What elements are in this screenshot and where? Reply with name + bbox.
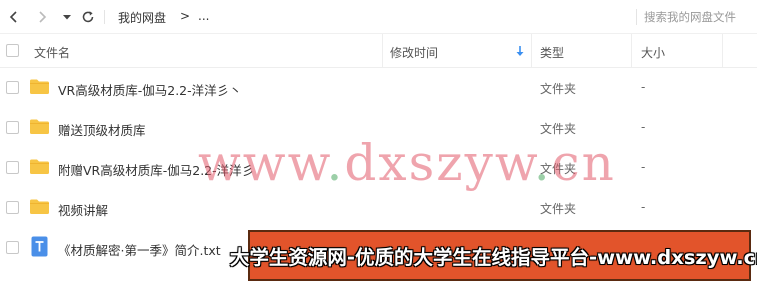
table-row[interactable]: VR高级材质库-伽马2.2-洋洋彡丶 文件夹 - [0, 68, 757, 108]
table-row[interactable]: 附赠VR高级材质库-伽马2.2-洋洋彡 文件夹 - [0, 148, 757, 188]
file-type: 文件夹 [540, 82, 577, 96]
file-size: - [641, 80, 646, 94]
chevron-left-icon [9, 11, 17, 23]
row-checkbox[interactable] [6, 81, 19, 94]
forward-button[interactable] [32, 7, 52, 27]
top-toolbar: 我的网盘 > ... [0, 0, 757, 34]
file-type: 文件夹 [540, 122, 577, 136]
column-divider [631, 34, 632, 68]
table-row[interactable]: 赠送顶级材质库 文件夹 - [0, 108, 757, 148]
search-input[interactable] [644, 6, 754, 28]
file-size: - [641, 120, 646, 134]
column-divider [531, 34, 532, 68]
caret-down-icon [63, 15, 71, 20]
file-name[interactable]: 视频讲解 [58, 200, 108, 219]
file-type: 文件夹 [540, 202, 577, 216]
column-header-modified[interactable]: 修改时间 [390, 44, 438, 61]
folder-icon [30, 79, 49, 94]
back-button[interactable] [4, 7, 24, 27]
folder-icon [30, 199, 49, 214]
breadcrumb-root[interactable]: 我的网盘 [118, 9, 166, 26]
column-divider [382, 34, 383, 68]
row-checkbox[interactable] [6, 201, 19, 214]
file-name[interactable]: 附赠VR高级材质库-伽马2.2-洋洋彡 [58, 160, 254, 179]
file-size: - [641, 160, 646, 174]
file-name[interactable]: VR高级材质库-伽马2.2-洋洋彡丶 [58, 80, 242, 99]
folder-icon [30, 159, 49, 174]
sort-descending-icon[interactable] [515, 45, 525, 57]
table-row[interactable]: 视频讲解 文件夹 - [0, 188, 757, 228]
search-divider [636, 9, 637, 25]
file-name[interactable]: 赠送顶级材质库 [58, 120, 146, 139]
row-checkbox[interactable] [6, 161, 19, 174]
folder-icon [30, 119, 49, 134]
column-header-type[interactable]: 类型 [540, 44, 564, 61]
row-checkbox[interactable] [6, 241, 19, 254]
file-table-header: 文件名 修改时间 类型 大小 [0, 34, 757, 68]
file-name[interactable]: 《材质解密·第一季》简介.txt [58, 240, 221, 259]
chevron-right-icon [39, 11, 47, 23]
file-type: 文件夹 [540, 162, 577, 176]
column-header-size[interactable]: 大小 [641, 44, 665, 61]
refresh-button[interactable] [78, 7, 98, 27]
breadcrumb-separator: > [180, 9, 191, 23]
refresh-icon [82, 11, 94, 23]
promo-banner-text: 大学生资源网-优质的大学生在线指导平台-www.dxszyw.cn [229, 246, 757, 269]
select-all-checkbox[interactable] [6, 44, 19, 57]
row-checkbox[interactable] [6, 121, 19, 134]
column-header-name[interactable]: 文件名 [34, 44, 70, 61]
txt-file-icon [31, 236, 48, 257]
history-dropdown-button[interactable] [57, 7, 77, 27]
column-divider [722, 34, 723, 68]
promo-banner: 大学生资源网-优质的大学生在线指导平台-www.dxszyw.cn [230, 230, 757, 281]
toolbar-divider [104, 10, 105, 24]
breadcrumb-ellipsis[interactable]: ... [198, 9, 209, 23]
file-size: - [641, 200, 646, 214]
